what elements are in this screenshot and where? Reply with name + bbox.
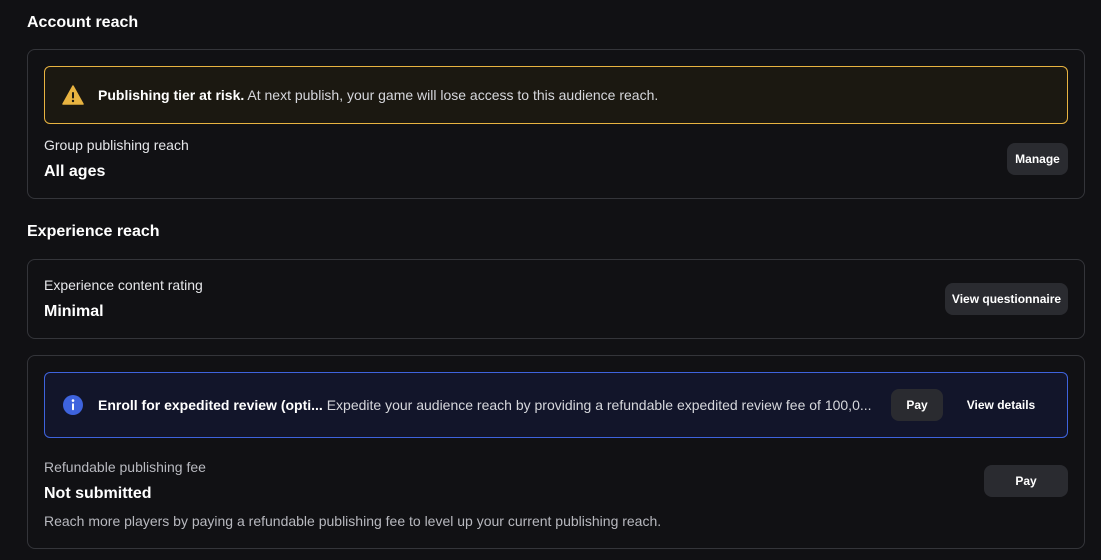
publishing-fee-label: Refundable publishing fee	[44, 459, 206, 475]
view-questionnaire-button[interactable]: View questionnaire	[945, 283, 1068, 315]
content-rating-label: Experience content rating	[44, 277, 203, 293]
expedited-review-body-text: Expedite your audience reach by providin…	[326, 397, 872, 413]
expedited-review-bold-text: Enroll for expedited review (opti...	[98, 397, 323, 413]
publishing-fee-pay-button[interactable]: Pay	[984, 465, 1068, 497]
warning-triangle-icon	[62, 84, 84, 106]
info-icon	[62, 394, 84, 416]
publishing-fee-description: Reach more players by paying a refundabl…	[44, 513, 662, 529]
account-reach-card: Publishing tier at risk. At next publish…	[27, 49, 1085, 199]
page: Account reach Publishing tier at risk. A…	[0, 0, 1101, 560]
manage-button[interactable]: Manage	[1007, 143, 1068, 175]
warning-message: Publishing tier at risk. At next publish…	[98, 87, 658, 103]
group-publishing-reach-label: Group publishing reach	[44, 137, 189, 153]
publishing-fee-status: Not submitted	[44, 485, 152, 502]
view-details-button[interactable]: View details	[951, 389, 1051, 421]
experience-reach-title: Experience reach	[27, 223, 160, 240]
account-reach-title: Account reach	[27, 14, 139, 31]
expedited-review-banner: Enroll for expedited review (opti... Exp…	[44, 372, 1068, 438]
expedited-pay-button[interactable]: Pay	[891, 389, 943, 421]
content-rating-card: Experience content rating Minimal View q…	[27, 259, 1085, 339]
publishing-tier-warning: Publishing tier at risk. At next publish…	[44, 66, 1068, 124]
expedited-review-message: Enroll for expedited review (opti... Exp…	[98, 397, 881, 413]
warning-bold-text: Publishing tier at risk.	[98, 87, 245, 103]
group-publishing-reach-value: All ages	[44, 163, 106, 180]
content-rating-value: Minimal	[44, 303, 104, 320]
warning-body-text: At next publish, your game will lose acc…	[244, 87, 659, 103]
publishing-fee-card: Enroll for expedited review (opti... Exp…	[27, 355, 1085, 549]
